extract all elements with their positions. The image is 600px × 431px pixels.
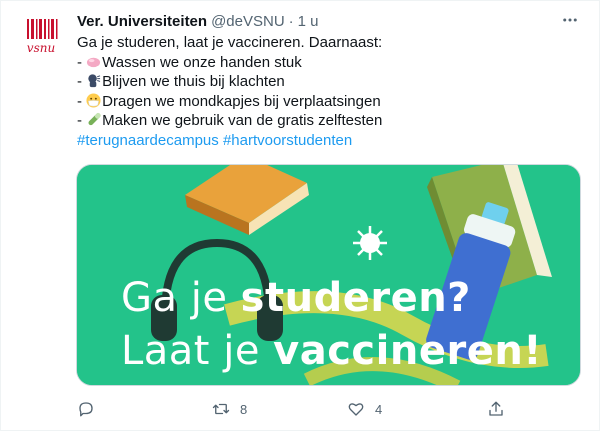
virus-icon	[353, 226, 387, 260]
media-headline-bold: studeren?	[240, 275, 471, 321]
media-headline-bold: vaccineren!	[273, 328, 543, 374]
line-prefix: -	[77, 92, 87, 110]
reply-button[interactable]	[77, 400, 212, 418]
author-handle[interactable]: @deVSNU	[211, 13, 285, 30]
speaking-head-icon	[88, 74, 101, 88]
vsnu-logo-icon: vsnu	[17, 11, 65, 59]
timestamp[interactable]: 1 u	[298, 13, 319, 30]
more-icon	[563, 18, 577, 22]
media-headline-2: Laat je vaccineren!	[121, 328, 542, 374]
face-mask-icon	[86, 92, 101, 108]
author-name[interactable]: Ver. Universiteiten	[77, 13, 207, 30]
soap-icon	[87, 57, 101, 67]
hashtag-line: #terugnaardecampus #hartvoorstudenten	[77, 131, 582, 151]
share-icon	[489, 401, 503, 416]
line-text: Wassen we onze handen stuk	[102, 53, 302, 71]
line-prefix: -	[77, 53, 87, 71]
tweet-header: Ver. Universiteiten @deVSNU · 1 u	[77, 11, 577, 31]
line-text: Maken we gebruik van de gratis zelfteste…	[102, 112, 383, 129]
line-prefix: -	[77, 112, 87, 129]
tweet-text: Ga je studeren, laat je vaccineren. Daar…	[77, 33, 582, 150]
line-prefix: Ga je studeren, laat je vaccineren. Daar…	[77, 34, 383, 51]
test-tube-icon	[88, 112, 101, 126]
like-button[interactable]: 4	[347, 400, 482, 418]
tweet-line: - Dragen we mondkapjes bij verplaatsinge…	[77, 92, 582, 112]
tweet-line: Ga je studeren, laat je vaccineren. Daar…	[77, 33, 582, 53]
tweet[interactable]: vsnu Ver. Universiteiten @deVSNU · 1 u G…	[0, 0, 600, 431]
tweet-line: - Wassen we onze handen stuk	[77, 53, 582, 73]
reply-icon	[79, 402, 93, 417]
retweet-button[interactable]: 8	[212, 400, 347, 418]
media-headline-1: Ga je studeren?	[121, 275, 471, 321]
media-headline-thin: Laat je	[121, 328, 274, 374]
media-headline-thin: Ga je	[121, 275, 241, 321]
line-text: Dragen we mondkapjes bij verplaatsingen	[102, 92, 381, 110]
heart-icon	[348, 403, 364, 416]
tweet-line: - Blijven we thuis bij klachten	[77, 72, 582, 92]
tweet-line: - Maken we gebruik van de gratis zelftes…	[77, 111, 582, 131]
separator: ·	[288, 12, 294, 30]
hashtag-link[interactable]: #terugnaardecampus	[77, 132, 219, 149]
more-options-button[interactable]	[561, 11, 583, 33]
tweet-actions: 8 4	[77, 399, 507, 419]
like-count: 4	[375, 401, 383, 417]
hashtag-link[interactable]: #hartvoorstudenten	[223, 132, 352, 149]
line-text: Blijven we thuis bij klachten	[102, 73, 285, 90]
retweet-count: 8	[240, 401, 248, 417]
tweet-media-image[interactable]: Ga je studeren? Laat je vaccineren!	[76, 164, 581, 386]
line-prefix: -	[77, 73, 87, 90]
avatar-text: vsnu	[27, 41, 55, 55]
share-button[interactable]	[487, 400, 507, 418]
avatar[interactable]: vsnu	[17, 11, 65, 59]
retweet-icon	[212, 403, 230, 415]
